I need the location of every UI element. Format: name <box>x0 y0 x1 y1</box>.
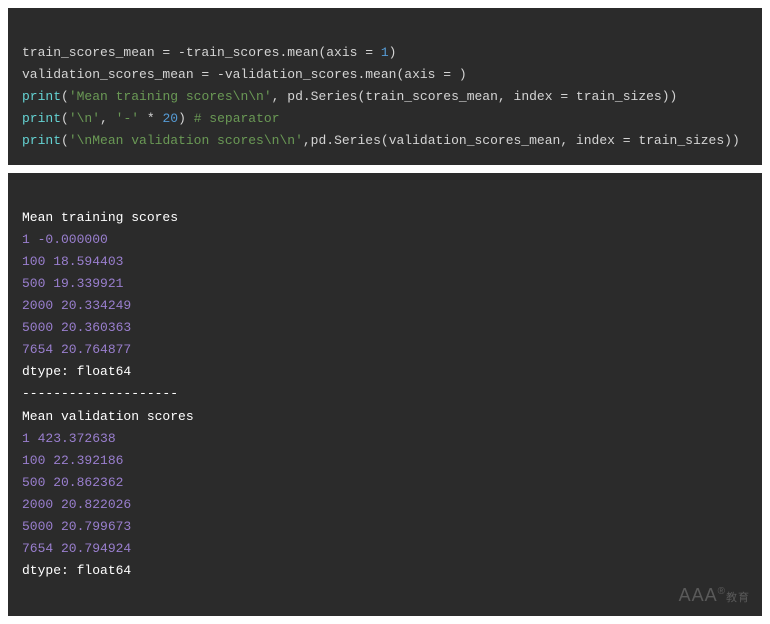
code-fn: print <box>22 133 61 148</box>
code-text: , pd.Series(train_scores_mean, index = t… <box>272 89 678 104</box>
output-row: 100 22.392186 <box>22 453 123 468</box>
output-row: 2000 20.822026 <box>22 497 131 512</box>
output-row: 7654 20.764877 <box>22 342 131 357</box>
code-output-block: Mean training scores 1 -0.000000 100 18.… <box>8 173 762 617</box>
watermark-text: AAA <box>679 585 718 605</box>
code-input-block: train_scores_mean = -train_scores.mean(a… <box>8 8 762 165</box>
output-row: 100 18.594403 <box>22 254 123 269</box>
code-line: print('\n', '-' * 20) # separator <box>22 111 280 126</box>
code-paren: ( <box>61 111 69 126</box>
code-paren: ( <box>61 133 69 148</box>
code-line: validation_scores_mean = -validation_sco… <box>22 67 467 82</box>
code-text: train_scores_mean = -train_scores.mean(a… <box>22 45 381 60</box>
code-string: 'Mean training scores\n\n' <box>69 89 272 104</box>
output-row: 2000 20.334249 <box>22 298 131 313</box>
output-row: 1 423.372638 <box>22 431 116 446</box>
output-row: 5000 20.799673 <box>22 519 131 534</box>
code-text: , <box>100 111 116 126</box>
code-number: 1 <box>381 45 389 60</box>
output-header: Mean training scores <box>22 210 178 225</box>
code-line: train_scores_mean = -train_scores.mean(a… <box>22 45 396 60</box>
code-fn: print <box>22 89 61 104</box>
code-string: '-' <box>116 111 139 126</box>
code-line: print('Mean training scores\n\n', pd.Ser… <box>22 89 677 104</box>
code-number: 20 <box>162 111 178 126</box>
output-header: Mean validation scores <box>22 409 194 424</box>
output-dtype: dtype: float64 <box>22 563 131 578</box>
output-row: 7654 20.794924 <box>22 541 131 556</box>
code-string: '\n' <box>69 111 100 126</box>
output-row: 500 19.339921 <box>22 276 123 291</box>
code-fn: print <box>22 111 61 126</box>
code-text: ) <box>178 111 194 126</box>
watermark: AAA®教育 <box>679 580 750 611</box>
output-row: 1 -0.000000 <box>22 232 108 247</box>
code-paren: ( <box>61 89 69 104</box>
output-separator: -------------------- <box>22 386 178 401</box>
watermark-reg: ® <box>718 586 726 597</box>
code-string: '\nMean validation scores\n\n' <box>69 133 303 148</box>
code-text: validation_scores_mean = -validation_sco… <box>22 67 467 82</box>
code-line: print('\nMean validation scores\n\n',pd.… <box>22 133 740 148</box>
output-dtype: dtype: float64 <box>22 364 131 379</box>
code-text: * <box>139 111 162 126</box>
code-comment: # separator <box>194 111 280 126</box>
code-text: ,pd.Series(validation_scores_mean, index… <box>303 133 740 148</box>
output-row: 500 20.862362 <box>22 475 123 490</box>
code-text: ) <box>389 45 397 60</box>
output-row: 5000 20.360363 <box>22 320 131 335</box>
